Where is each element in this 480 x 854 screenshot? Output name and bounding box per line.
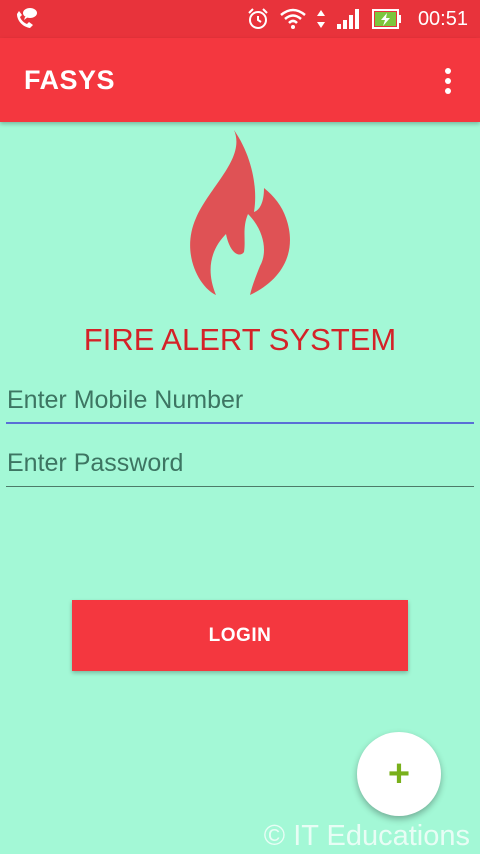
overflow-menu-icon[interactable] [438, 66, 458, 96]
password-input[interactable] [6, 441, 474, 487]
app-title: FASYS [24, 65, 116, 95]
battery-charging-icon [371, 9, 401, 29]
add-button[interactable]: + [357, 732, 441, 816]
wifi-icon [280, 8, 306, 29]
watermark: © IT Educations [263, 820, 470, 852]
app-bar: FASYS [0, 38, 480, 122]
login-button[interactable]: LOGIN [72, 600, 408, 671]
data-transfer-icon [316, 10, 325, 28]
status-time: 00:51 [417, 7, 468, 30]
mobile-number-input[interactable] [6, 378, 474, 424]
phone-message-icon [17, 8, 37, 28]
signal-icon [336, 9, 359, 29]
page-title: FIRE ALERT SYSTEM [83, 322, 397, 357]
alarm-clock-icon [248, 8, 268, 29]
flame-icon [190, 130, 290, 295]
status-bar: 00:51 [0, 0, 480, 38]
